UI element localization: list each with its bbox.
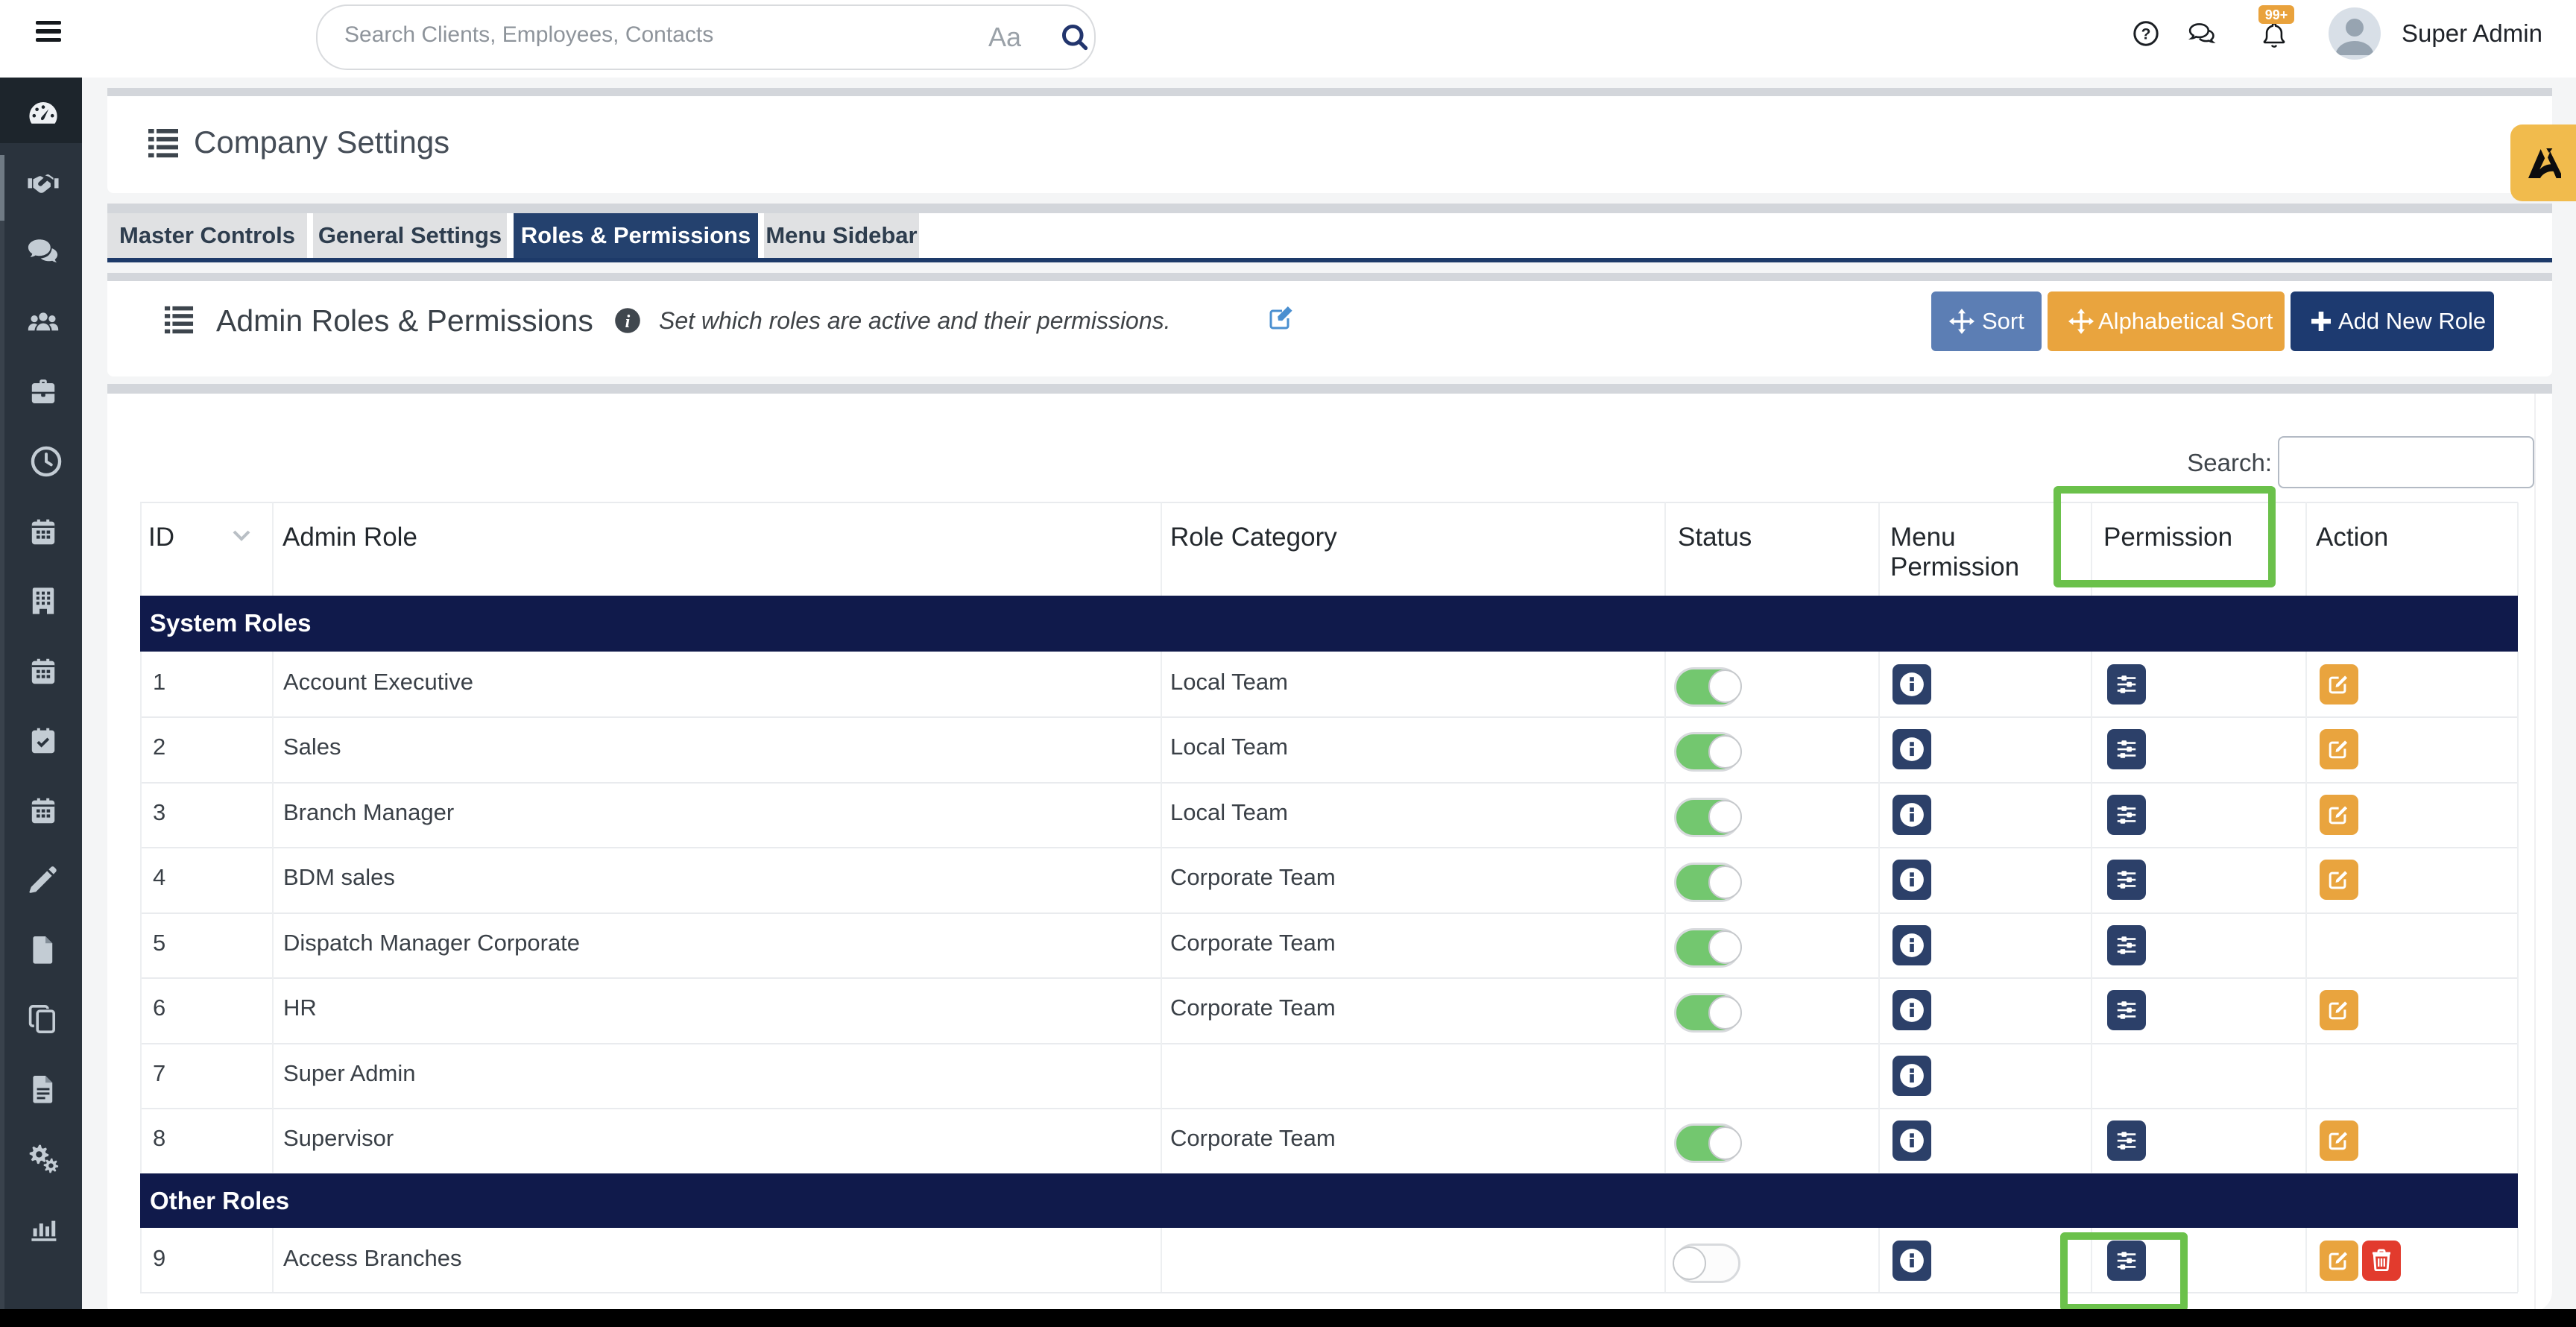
svg-text:i: i: [625, 312, 631, 332]
svg-text:?: ?: [2141, 26, 2151, 43]
